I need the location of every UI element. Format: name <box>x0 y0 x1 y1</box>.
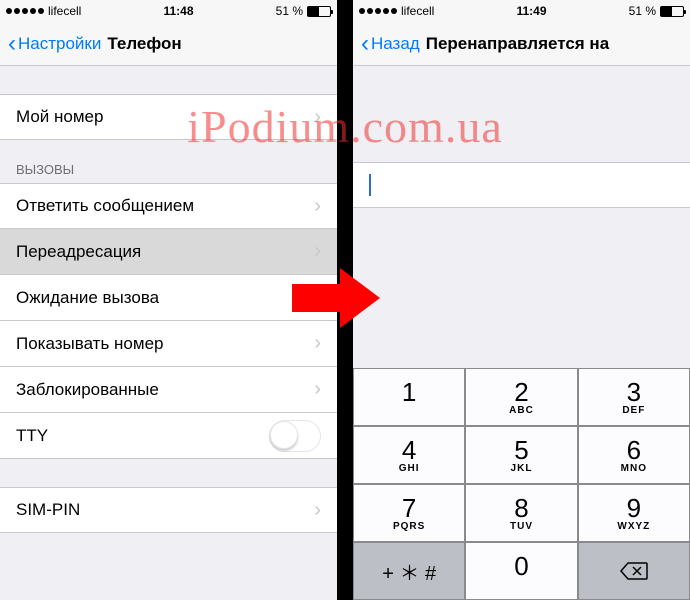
key-8[interactable]: 8TUV <box>465 484 577 542</box>
row-label: Мой номер <box>16 107 103 127</box>
row-blocked[interactable]: Заблокированные › <box>0 367 337 413</box>
chevron-right-icon: › <box>314 195 321 218</box>
screen-phone-settings: lifecell 11:48 51 % ‹ Настройки Телефон … <box>0 0 337 600</box>
battery-icon <box>660 6 684 17</box>
key-3[interactable]: 3DEF <box>578 368 690 426</box>
row-label: Показывать номер <box>16 334 164 354</box>
row-label: Ожидание вызова <box>16 288 159 308</box>
group-calls-label: ВЫЗОВЫ <box>0 140 337 183</box>
status-bar: lifecell 11:49 51 % <box>353 0 690 22</box>
phone-number-input[interactable] <box>353 162 690 208</box>
numeric-keypad: 1 2ABC 3DEF 4GHI 5JKL 6MNO 7PQRS 8TUV 9W… <box>353 368 690 600</box>
back-button[interactable]: ‹ Настройки <box>8 32 101 56</box>
row-sim-pin[interactable]: SIM-PIN › <box>0 487 337 533</box>
page-title: Телефон <box>107 34 181 54</box>
chevron-right-icon: › <box>314 499 321 522</box>
chevron-right-icon: › <box>314 332 321 355</box>
key-5[interactable]: 5JKL <box>465 426 577 484</box>
nav-bar: ‹ Назад Перенаправляется на <box>353 22 690 66</box>
nav-bar: ‹ Настройки Телефон <box>0 22 337 66</box>
status-bar: lifecell 11:48 51 % <box>0 0 337 22</box>
key-symbols[interactable]: + ＊ # <box>353 542 465 600</box>
chevron-right-icon: › <box>314 240 321 263</box>
row-label: SIM-PIN <box>16 500 80 520</box>
row-tty[interactable]: TTY <box>0 413 337 459</box>
status-time: 11:49 <box>516 4 546 18</box>
carrier-label: lifecell <box>401 4 434 18</box>
signal-icon <box>6 8 44 14</box>
row-respond-with-text[interactable]: Ответить сообщением › <box>0 183 337 229</box>
chevron-left-icon: ‹ <box>8 32 16 56</box>
back-button[interactable]: ‹ Назад <box>361 32 420 56</box>
battery-icon <box>307 6 331 17</box>
key-6[interactable]: 6MNO <box>578 426 690 484</box>
row-label: Заблокированные <box>16 380 159 400</box>
backspace-icon <box>620 561 648 581</box>
row-call-waiting[interactable]: Ожидание вызова › <box>0 275 337 321</box>
chevron-left-icon: ‹ <box>361 32 369 56</box>
text-cursor <box>369 174 371 196</box>
row-label: Ответить сообщением <box>16 196 194 216</box>
key-9[interactable]: 9WXYZ <box>578 484 690 542</box>
key-7[interactable]: 7PQRS <box>353 484 465 542</box>
battery-percent: 51 % <box>629 4 656 18</box>
tty-toggle[interactable] <box>269 420 321 452</box>
screen-divider <box>337 0 353 600</box>
row-label: TTY <box>16 426 48 446</box>
screen-forward-to: lifecell 11:49 51 % ‹ Назад Перенаправля… <box>353 0 690 600</box>
key-1[interactable]: 1 <box>353 368 465 426</box>
battery-percent: 51 % <box>276 4 303 18</box>
row-show-caller-id[interactable]: Показывать номер › <box>0 321 337 367</box>
chevron-right-icon: › <box>314 378 321 401</box>
chevron-right-icon: › <box>314 106 321 129</box>
carrier-label: lifecell <box>48 4 81 18</box>
row-my-number[interactable]: Мой номер › <box>0 94 337 140</box>
key-2[interactable]: 2ABC <box>465 368 577 426</box>
key-0[interactable]: 0 <box>465 542 577 600</box>
key-4[interactable]: 4GHI <box>353 426 465 484</box>
back-label: Настройки <box>18 34 101 54</box>
status-time: 11:48 <box>163 4 193 18</box>
back-label: Назад <box>371 34 420 54</box>
chevron-right-icon: › <box>314 286 321 309</box>
row-call-forwarding[interactable]: Переадресация › <box>0 229 337 275</box>
toggle-knob <box>270 421 298 449</box>
row-label: Переадресация <box>16 242 141 262</box>
signal-icon <box>359 8 397 14</box>
page-title: Перенаправляется на <box>426 34 609 54</box>
key-backspace[interactable] <box>578 542 690 600</box>
